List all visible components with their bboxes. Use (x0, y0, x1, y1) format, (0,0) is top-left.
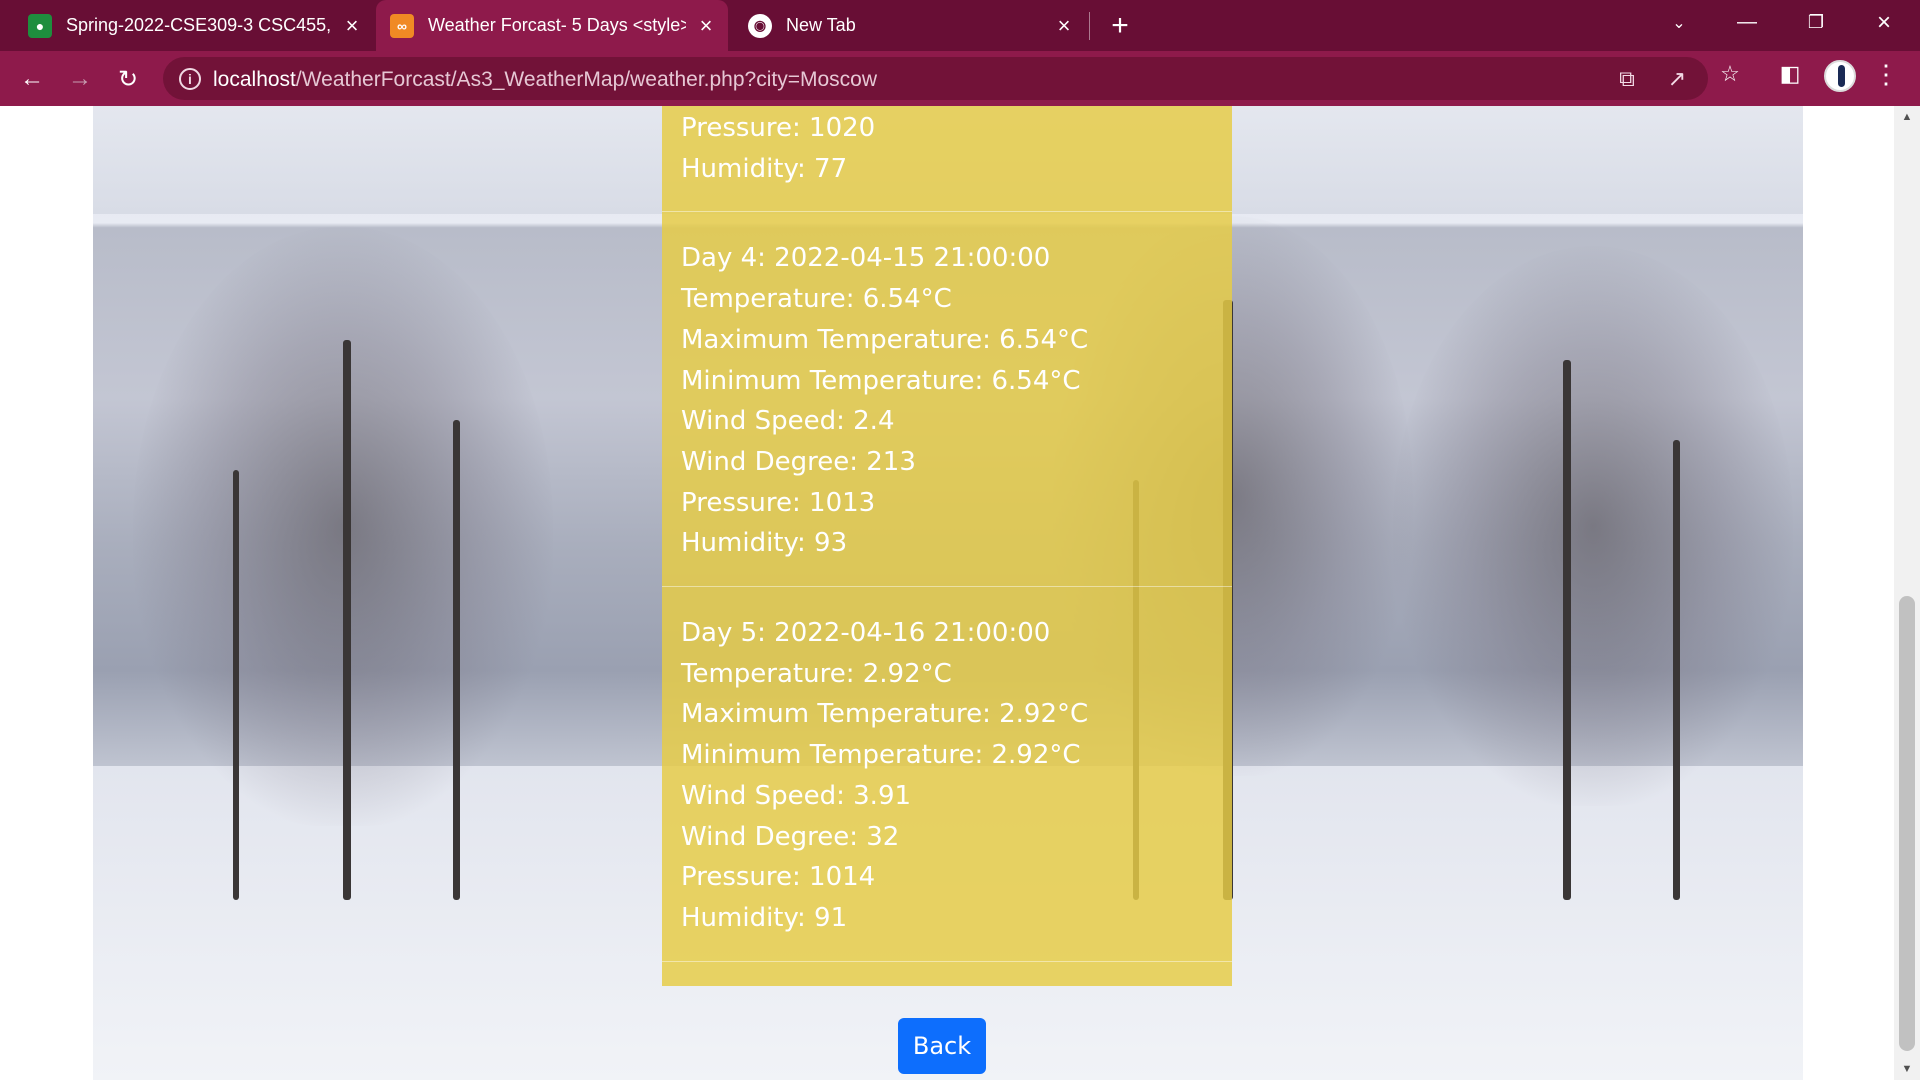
classroom-icon: ● (28, 13, 52, 38)
url-text: localhost/WeatherForcast/As3_WeatherMap/… (213, 68, 877, 92)
page-viewport: Pressure: 1020 Humidity: 77 Day 4: 2022-… (0, 106, 1920, 1080)
max-temperature-text: Maximum Temperature: 2.92°C (681, 699, 1089, 730)
address-bar[interactable]: i localhost/WeatherForcast/As3_WeatherMa… (163, 57, 1708, 100)
tab-weather-forcast[interactable]: ∞ Weather Forcast- 5 Days <style> × (376, 0, 728, 51)
tab-title: New Tab (786, 15, 856, 35)
site-info-icon[interactable]: i (179, 68, 201, 90)
pressure-text: Pressure: 1014 (681, 862, 876, 893)
humidity-text: Humidity: 91 (681, 902, 848, 933)
forward-arrow-icon[interactable]: → (60, 59, 100, 99)
back-button[interactable]: Back (898, 1018, 986, 1074)
humidity-text: Humidity: 77 (681, 153, 848, 184)
forecast-day-4: Day 4: 2022-04-15 21:00:00 Temperature: … (662, 212, 1232, 588)
menu-kebab-icon[interactable]: ⋮ (1870, 58, 1902, 90)
tab-strip: ● Spring-2022-CSE309-3 CSC455,C × ∞ Weat… (0, 0, 1920, 51)
share-icon[interactable]: ↗ (1663, 65, 1691, 93)
bookmark-star-icon[interactable]: ☆ (1714, 58, 1746, 90)
forecast-day-5: Day 5: 2022-04-16 21:00:00 Temperature: … (662, 587, 1232, 962)
tab-new-tab[interactable]: ◉ New Tab × (746, 0, 1076, 51)
min-temperature-text: Minimum Temperature: 2.92°C (681, 740, 1081, 771)
close-tab-icon[interactable]: × (1052, 13, 1076, 38)
wind-degree-text: Wind Degree: 32 (681, 821, 900, 852)
temperature-text: Temperature: 6.54°C (681, 284, 952, 315)
url-path: /WeatherForcast/As3_WeatherMap/weather.p… (295, 68, 877, 91)
profile-avatar[interactable] (1824, 60, 1856, 92)
tree-trunk (343, 340, 351, 900)
tab-classroom[interactable]: ● Spring-2022-CSE309-3 CSC455,C × (28, 0, 364, 51)
wind-speed-text: Wind Speed: 3.91 (681, 780, 912, 811)
vertical-scrollbar[interactable]: ▲ ▼ (1894, 106, 1920, 1080)
tree-canopy (1393, 246, 1793, 806)
tab-divider (1089, 12, 1090, 40)
tab-title: Weather Forcast- 5 Days <style> (428, 15, 686, 35)
scrollbar-thumb[interactable] (1899, 596, 1915, 1051)
chrome-icon: ◉ (748, 13, 772, 38)
browser-toolbar: ← → ↻ i localhost/WeatherForcast/As3_Wea… (0, 51, 1920, 106)
new-tab-button[interactable]: + (1104, 9, 1136, 42)
url-host: localhost (213, 68, 296, 91)
close-window-icon[interactable]: × (1861, 0, 1907, 45)
wind-speed-text: Wind Speed: 2.4 (681, 406, 895, 437)
tree-trunk (233, 470, 239, 900)
tree-trunk (453, 420, 460, 900)
day-heading: Day 4: 2022-04-15 21:00:00 (681, 243, 1051, 274)
wind-degree-text: Wind Degree: 213 (681, 446, 916, 477)
share-page-icon[interactable]: ⧉ (1613, 65, 1641, 93)
codepen-icon: ∞ (390, 13, 414, 38)
reload-icon[interactable]: ↻ (108, 59, 148, 99)
minimize-icon[interactable]: — (1724, 0, 1770, 45)
max-temperature-text: Maximum Temperature: 6.54°C (681, 324, 1089, 355)
tree-trunk (1673, 440, 1680, 900)
close-tab-icon[interactable]: × (340, 13, 364, 38)
pressure-text: Pressure: 1020 (681, 113, 876, 143)
scroll-up-icon[interactable]: ▲ (1894, 106, 1920, 128)
tab-search-icon[interactable]: ⌄ (1656, 0, 1702, 45)
tab-title: Spring-2022-CSE309-3 CSC455,C (66, 15, 332, 35)
pressure-text: Pressure: 1013 (681, 487, 876, 518)
min-temperature-text: Minimum Temperature: 6.54°C (681, 365, 1081, 396)
forecast-day-partial: Pressure: 1020 Humidity: 77 (662, 106, 1232, 213)
close-tab-icon[interactable]: × (694, 13, 718, 38)
temperature-text: Temperature: 2.92°C (681, 658, 952, 689)
side-panel-icon[interactable]: ◧ (1774, 58, 1806, 90)
day-heading: Day 5: 2022-04-16 21:00:00 (681, 618, 1051, 649)
humidity-text: Humidity: 93 (681, 528, 848, 559)
restore-icon[interactable]: ❐ (1793, 0, 1839, 45)
forecast-panel: Pressure: 1020 Humidity: 77 Day 4: 2022-… (662, 106, 1232, 986)
back-arrow-icon[interactable]: ← (12, 59, 52, 99)
tree-trunk (1563, 360, 1571, 900)
scroll-down-icon[interactable]: ▼ (1894, 1058, 1920, 1080)
